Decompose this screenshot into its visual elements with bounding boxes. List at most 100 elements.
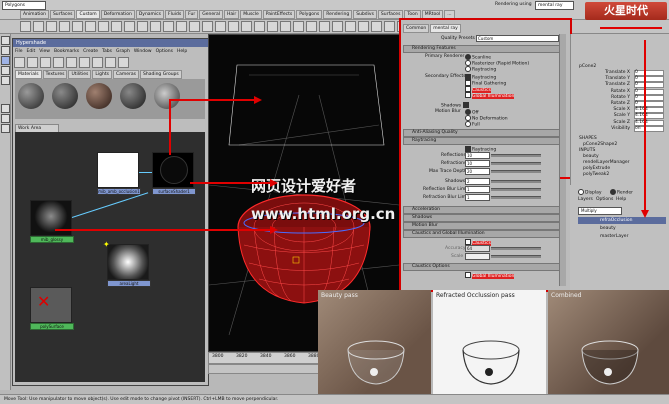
shelf-tab[interactable]: Muscle <box>240 10 262 19</box>
shelf-tool-icon[interactable] <box>345 21 356 32</box>
channel-name[interactable]: Translate X <box>582 70 630 75</box>
rs-tab-mentalray[interactable]: mental ray <box>430 24 461 33</box>
menu-item[interactable]: Bookmarks <box>54 49 79 54</box>
input-item[interactable]: beauty <box>583 154 599 159</box>
reflections-slider[interactable] <box>491 154 541 157</box>
layer-row[interactable]: masterLayer <box>600 234 628 239</box>
shelf-tool-icon[interactable] <box>293 21 304 32</box>
shelf-tab[interactable]: Dynamics <box>135 10 165 19</box>
section-raytracing[interactable]: Raytracing <box>403 137 566 145</box>
channel-value[interactable]: on <box>634 125 664 132</box>
layer-row-selected[interactable]: refraOcclusion <box>578 217 666 224</box>
channel-name[interactable]: Scale X <box>582 107 630 112</box>
mb-full[interactable]: Full <box>465 121 480 128</box>
shelf-tab[interactable]: Fluids <box>165 10 185 19</box>
hs-tab[interactable]: Textures <box>42 70 68 79</box>
shelf-tool-icon[interactable] <box>371 21 382 32</box>
accuracy-field[interactable]: 64 <box>465 245 490 252</box>
section-anti-aliasing[interactable]: Anti-Aliasing Quality <box>403 129 566 137</box>
shelf-tab[interactable]: General <box>199 10 223 19</box>
shelf-tab[interactable]: Polygons <box>296 10 323 19</box>
shelf-tool-icon[interactable] <box>72 21 83 32</box>
options-menu[interactable]: Options <box>596 197 613 202</box>
rs-scrollbar[interactable] <box>559 34 566 286</box>
shelf-tool-icon[interactable] <box>85 21 96 32</box>
select-tool-icon[interactable] <box>1 36 10 45</box>
layers-menu[interactable]: Layers <box>578 197 593 202</box>
shape-name[interactable]: pCone2Shape2 <box>583 142 617 147</box>
section-caustics-gi[interactable]: Caustics and Global Illumination <box>403 230 566 238</box>
menu-item[interactable]: Options <box>156 49 173 54</box>
refractions-slider[interactable] <box>491 162 541 165</box>
hs-tool-icon[interactable] <box>79 57 90 68</box>
shelf-tool-icon[interactable] <box>150 21 161 32</box>
glossy-node[interactable] <box>30 200 72 236</box>
move-tool-icon[interactable] <box>1 56 10 65</box>
menu-item[interactable]: File <box>15 49 23 54</box>
section-motion-blur[interactable]: Motion Blur <box>403 222 566 230</box>
shelf-tab[interactable]: Surfaces <box>49 10 76 19</box>
shelf-tool-icon[interactable] <box>241 21 252 32</box>
channel-value[interactable]: 0 <box>634 82 664 89</box>
scale-slider[interactable] <box>491 255 541 258</box>
shelf-tool-icon[interactable] <box>202 21 213 32</box>
channel-name[interactable]: Rotate Z <box>582 101 630 106</box>
shapes-header[interactable]: SHAPES <box>579 136 597 141</box>
object-name[interactable]: pCone2 <box>579 64 596 69</box>
shelf-tool-icon[interactable] <box>111 21 122 32</box>
rotate-tool-icon[interactable] <box>1 66 10 75</box>
opt-raytracing[interactable]: Raytracing <box>465 66 496 73</box>
refraction-blur-slider[interactable] <box>491 196 541 199</box>
shelf-tool-icon[interactable] <box>384 21 395 32</box>
material-swatch[interactable] <box>18 83 44 109</box>
menu-item[interactable]: Create <box>83 49 98 54</box>
input-item[interactable]: polyTweak2 <box>583 172 609 177</box>
layer-dropdown[interactable]: Multiply <box>578 207 622 215</box>
max-trace-field[interactable]: 20 <box>465 168 490 175</box>
channel-name[interactable]: Translate Y <box>582 76 630 81</box>
shelf-tab[interactable]: PaintEffects <box>262 10 296 19</box>
channel-value[interactable]: 0 <box>634 70 664 76</box>
shelf-tool-icon[interactable] <box>137 21 148 32</box>
inputs-header[interactable]: INPUTS <box>579 148 595 153</box>
shelf-tab[interactable]: Animation <box>20 10 49 19</box>
section-shadows[interactable]: Shadows <box>403 214 566 222</box>
help-menu[interactable]: Help <box>616 197 626 202</box>
layout-icon[interactable] <box>1 124 10 133</box>
shelf-tool-icon[interactable] <box>215 21 226 32</box>
white-texture-node[interactable] <box>97 152 139 188</box>
hs-tab[interactable]: Lights <box>92 70 112 79</box>
shelf-tool-icon[interactable] <box>254 21 265 32</box>
shelf-tab[interactable]: Hair <box>223 10 240 19</box>
work-area[interactable]: mib_amb_occlusion1 surfaceShader1 mib_gl… <box>15 132 205 382</box>
gi-checkbox[interactable]: Global Illumination <box>465 272 515 279</box>
reflection-blur-slider[interactable] <box>491 188 541 191</box>
channel-value[interactable]: 4.164 <box>634 113 664 120</box>
refractions-field[interactable]: 10 <box>465 160 490 167</box>
material-swatch[interactable] <box>86 83 112 109</box>
channel-name[interactable]: Visibility <box>582 126 630 131</box>
quality-dropdown[interactable]: Custom <box>476 35 559 42</box>
renderer-dropdown[interactable]: mental ray <box>535 1 574 10</box>
channel-value[interactable]: 4.164 <box>634 119 664 126</box>
shelf-tool-icon[interactable] <box>189 21 200 32</box>
material-swatch[interactable] <box>154 83 180 109</box>
hs-tool-icon[interactable] <box>105 57 116 68</box>
refraction-blur-field[interactable]: 1 <box>465 194 490 201</box>
section-rendering-features[interactable]: Rendering Features <box>403 45 566 53</box>
shelf-tab[interactable]: Custom <box>76 10 100 19</box>
reflection-blur-field[interactable]: 1 <box>465 186 490 193</box>
shadows-field[interactable]: 2 <box>465 178 490 185</box>
layout-icon[interactable] <box>1 114 10 123</box>
shelf-tool-icon[interactable] <box>163 21 174 32</box>
channel-name[interactable]: Scale Z <box>582 120 630 125</box>
scale-swatch[interactable] <box>465 253 490 260</box>
channel-name[interactable]: Rotate Y <box>582 95 630 100</box>
hs-tool-icon[interactable] <box>40 57 51 68</box>
shelf-tool-icon[interactable] <box>20 21 31 32</box>
shelf-tool-icon[interactable] <box>98 21 109 32</box>
menu-item[interactable]: Edit <box>27 49 36 54</box>
shelf-tool-icon[interactable] <box>59 21 70 32</box>
hs-tab[interactable]: Utilities <box>68 70 92 79</box>
shelf-tool-icon[interactable] <box>332 21 343 32</box>
